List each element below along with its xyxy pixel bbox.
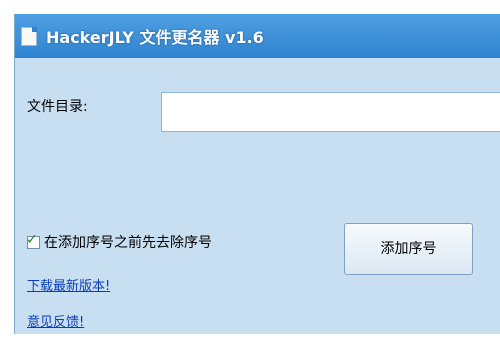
download-latest-link[interactable]: 下载最新版本!	[27, 275, 110, 294]
title-bar[interactable]: HackerJLY 文件更名器 v1.6	[15, 14, 500, 58]
document-icon	[21, 27, 37, 46]
window-title: HackerJLY 文件更名器 v1.6	[46, 28, 264, 47]
checkmark-icon: ✓	[26, 231, 38, 248]
remove-serial-checkbox-row[interactable]: ✓ 在添加序号之前先去除序号	[26, 232, 212, 252]
remove-serial-checkbox-label[interactable]: 在添加序号之前先去除序号	[44, 232, 212, 252]
client-area: 文件目录: ✓ 在添加序号之前先去除序号 添加序号 下载最新版本! 意见反馈!	[15, 58, 500, 334]
feedback-link[interactable]: 意见反馈!	[27, 311, 84, 330]
add-serial-button[interactable]: 添加序号	[344, 223, 473, 275]
remove-serial-checkbox[interactable]: ✓	[26, 232, 40, 249]
directory-input[interactable]	[161, 92, 500, 132]
directory-label: 文件目录:	[27, 99, 88, 115]
app-window: HackerJLY 文件更名器 v1.6 文件目录: ✓ 在添加序号之前先去除序…	[14, 14, 500, 334]
